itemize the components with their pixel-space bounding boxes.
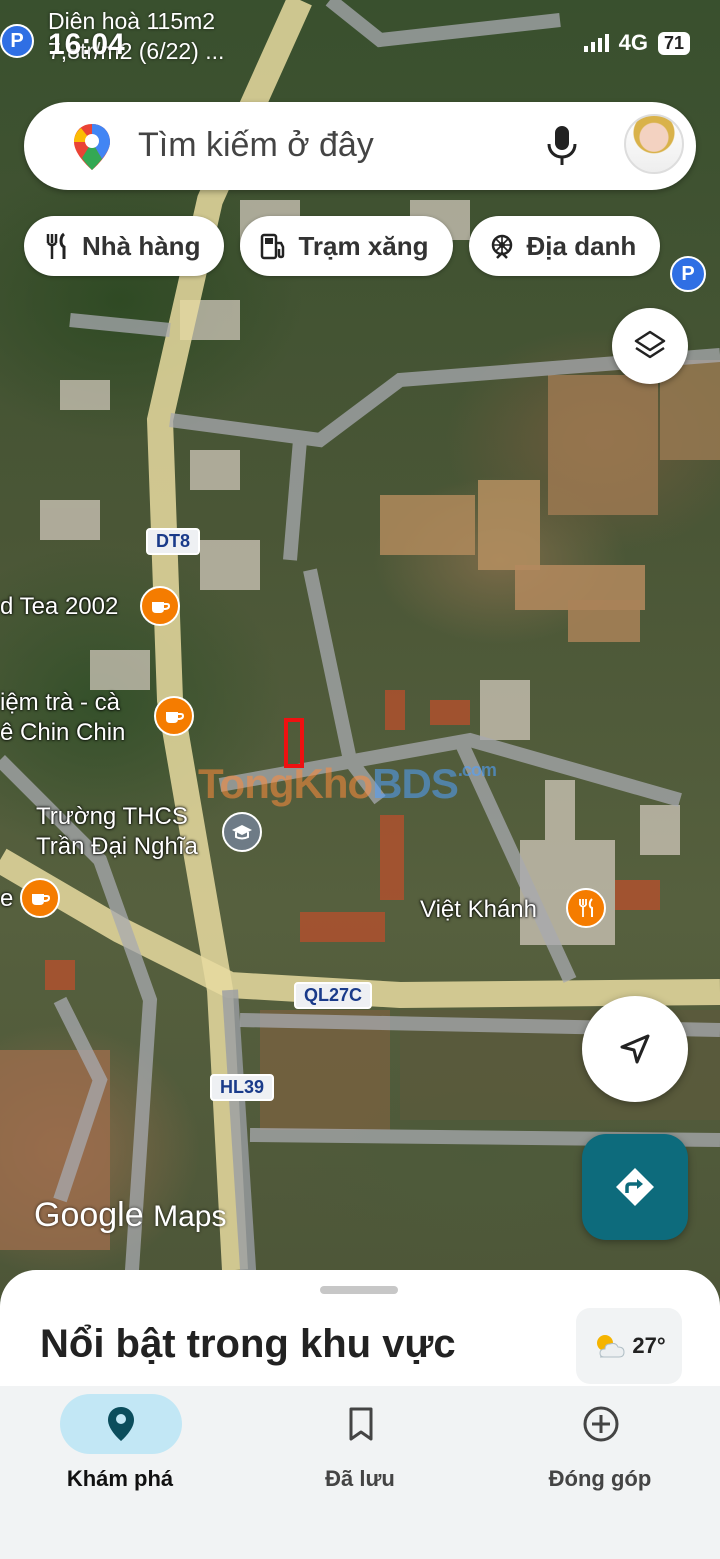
status-bar: P Diên hoà 115m2 7,8tr/m2 (6/22) ... 16:… bbox=[0, 0, 720, 90]
place-label-restaurant[interactable]: Việt Khánh bbox=[420, 895, 537, 925]
place-label-school[interactable]: Trường THCS Trần Đại Nghĩa bbox=[36, 802, 198, 862]
place-label-tea[interactable]: d Tea 2002 bbox=[0, 592, 118, 622]
cafe-icon[interactable] bbox=[140, 586, 180, 626]
landmark-icon bbox=[491, 234, 512, 259]
cafe-icon[interactable] bbox=[154, 696, 194, 736]
place-label-cafe-partial[interactable]: e bbox=[0, 884, 13, 914]
nav-label: Đã lưu bbox=[325, 1466, 395, 1491]
road-label-dt8: DT8 bbox=[146, 528, 201, 555]
coffee-cup-icon bbox=[166, 712, 185, 723]
directions-icon bbox=[616, 1168, 654, 1206]
network-type: 4G bbox=[618, 30, 648, 55]
temperature: 27° bbox=[632, 1333, 666, 1358]
search-bar[interactable]: Tìm kiếm ở đây bbox=[24, 102, 696, 190]
coffee-cup-icon bbox=[32, 894, 51, 905]
road-label-hl39: HL39 bbox=[210, 1074, 275, 1101]
fork-knife-icon bbox=[579, 898, 593, 917]
chip-label: Địa danh bbox=[526, 230, 637, 261]
nav-saved-indicator bbox=[300, 1394, 422, 1454]
chip-label: Nhà hàng bbox=[82, 230, 201, 261]
signal-icon bbox=[583, 34, 609, 52]
battery-icon: 71 bbox=[657, 31, 690, 55]
search-input[interactable]: Tìm kiếm ở đây bbox=[138, 126, 374, 165]
chip-landmarks[interactable]: Địa danh bbox=[468, 216, 661, 276]
add-circle-icon bbox=[583, 1406, 619, 1442]
satellite-map[interactable] bbox=[0, 0, 720, 1300]
logo-google: Google bbox=[34, 1196, 144, 1234]
watermark-suffix: .com bbox=[457, 760, 497, 780]
explore-pin-icon bbox=[108, 1407, 134, 1441]
gas-station-icon bbox=[261, 233, 285, 260]
microphone-icon[interactable] bbox=[542, 124, 582, 168]
bookmark-icon bbox=[349, 1407, 373, 1441]
parking-notification-icon: P bbox=[0, 24, 34, 58]
watermark: TongKhoBDS.com bbox=[198, 760, 497, 808]
logo-maps: Maps bbox=[153, 1200, 227, 1233]
category-chips: Nhà hàng Trạm xăng Địa danh bbox=[24, 216, 661, 276]
bottom-sheet[interactable]: Nổi bật trong khu vực 27° bbox=[0, 1270, 720, 1400]
sheet-title: Nổi bật trong khu vực bbox=[40, 1322, 456, 1366]
school-icon[interactable] bbox=[222, 812, 262, 852]
sheet-drag-handle[interactable] bbox=[320, 1286, 398, 1294]
chip-label: Trạm xăng bbox=[298, 230, 429, 261]
restaurant-poi-icon[interactable] bbox=[566, 888, 606, 928]
parking-icon[interactable]: P bbox=[670, 256, 706, 292]
status-time: 16:04 bbox=[48, 28, 125, 61]
place-label-school-line1: Trường THCS bbox=[36, 803, 188, 830]
road-label-ql27c: QL27C bbox=[294, 982, 373, 1009]
my-location-button[interactable] bbox=[582, 996, 688, 1102]
nav-explore-indicator bbox=[60, 1394, 182, 1454]
weather-chip[interactable]: 27° bbox=[576, 1308, 682, 1384]
partly-cloudy-icon bbox=[597, 1335, 625, 1358]
map-layers-button[interactable] bbox=[612, 308, 688, 384]
restaurant-icon bbox=[46, 232, 66, 259]
graduation-cap-icon bbox=[232, 825, 252, 840]
nav-explore[interactable]: Khám phá bbox=[0, 1386, 240, 1559]
status-indicators: 4G 71 bbox=[583, 30, 690, 56]
chip-gas-stations[interactable]: Trạm xăng bbox=[240, 216, 453, 276]
profile-avatar[interactable] bbox=[624, 114, 684, 174]
place-label-cafe-line1: iệm trà - cà bbox=[0, 689, 121, 716]
directions-button[interactable] bbox=[582, 1134, 688, 1240]
nav-label: Khám phá bbox=[66, 1466, 174, 1491]
google-maps-pin-icon bbox=[74, 124, 110, 170]
nav-contribute[interactable]: Đóng góp bbox=[480, 1386, 720, 1559]
cafe-icon[interactable] bbox=[20, 878, 60, 918]
place-label-cafe-line2: ê Chin Chin bbox=[0, 719, 126, 746]
coffee-cup-icon bbox=[152, 602, 171, 613]
watermark-part2: BDS bbox=[372, 760, 459, 807]
watermark-part1: TongKho bbox=[198, 760, 373, 807]
chip-restaurants[interactable]: Nhà hàng bbox=[24, 216, 225, 276]
nav-label: Đóng góp bbox=[548, 1466, 652, 1491]
map-roads bbox=[0, 0, 720, 1300]
nav-saved[interactable]: Đã lưu bbox=[240, 1386, 480, 1559]
google-maps-logo: Google Maps bbox=[34, 1196, 226, 1235]
nav-contribute-indicator bbox=[540, 1394, 662, 1454]
bottom-navigation: Khám phá Đã lưu Đóng góp bbox=[0, 1386, 720, 1559]
layers-icon bbox=[634, 330, 666, 359]
navigation-arrow-icon bbox=[620, 1034, 650, 1064]
place-label-school-line2: Trần Đại Nghĩa bbox=[36, 833, 198, 860]
place-label-cafe[interactable]: iệm trà - cà ê Chin Chin bbox=[0, 688, 125, 748]
